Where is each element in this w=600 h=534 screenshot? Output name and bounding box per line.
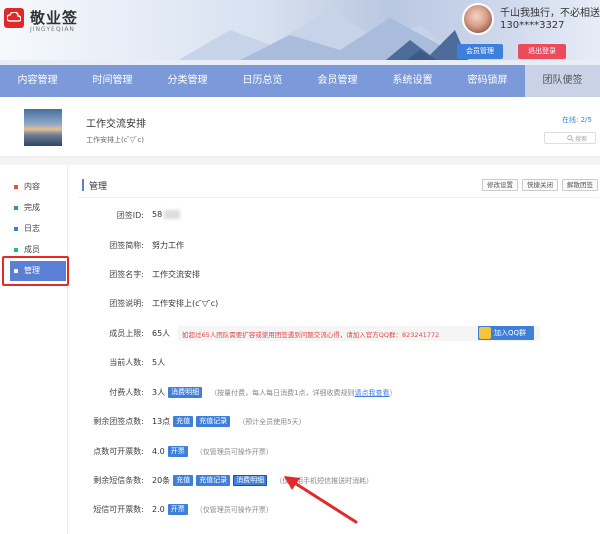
consumption-detail-button[interactable]: 消费明细 xyxy=(168,387,203,398)
row-label: 剩余短信条数: xyxy=(93,476,144,485)
row-label: 付费人数: xyxy=(109,388,144,397)
sms-consumption-detail-button[interactable]: 消费明细 xyxy=(233,475,268,486)
logo-text: 敬业签 xyxy=(30,9,79,27)
row-note: （仅管理员可操作开票） xyxy=(195,448,273,456)
recharge-points-button[interactable]: 充值 xyxy=(173,416,194,427)
row-value: 3人 消费明细 （按量付费，每人每日消费1点，详细收费规则请点我查看） xyxy=(152,387,397,398)
rules-link[interactable]: 请点我查看 xyxy=(355,389,390,397)
row-short-name: 团签简称: 努力工作 xyxy=(70,240,600,254)
search-input[interactable]: 搜索 xyxy=(544,132,596,144)
row-points-invoice: 点数可开票数: 4.0 开票 （仅管理员可操作开票） xyxy=(70,446,600,460)
row-label: 成员上限: xyxy=(109,329,144,338)
row-current-count: 当前人数: 5人 xyxy=(70,357,600,371)
sidebar-item-done[interactable]: 完成 xyxy=(10,198,66,218)
sidebar-item-log[interactable]: 日志 xyxy=(10,219,66,239)
row-note: （按量付费，每人每日消费1点，详细收费规则请点我查看） xyxy=(210,389,397,397)
invoice-points-button[interactable]: 开票 xyxy=(167,446,188,457)
row-group-desc: 团签说明: 工作安排上(c ̄▽ ̄c) xyxy=(70,298,600,312)
nav-item-category[interactable]: 分类管理 xyxy=(150,65,225,97)
quick-close-button[interactable]: 快捷关闭 xyxy=(522,179,558,191)
sidebar: 内容 完成 日志 成员 管理 xyxy=(0,165,69,534)
dissolve-group-button[interactable]: 解散团签 xyxy=(562,179,598,191)
group-name: 工作交流安排 xyxy=(86,119,146,130)
sidebar-dot-icon xyxy=(14,226,18,231)
row-remaining-points: 剩余团签点数: 13点 充值 充值记录 （预计全员使用5天） xyxy=(70,416,600,430)
group-thumbnail[interactable] xyxy=(24,109,62,146)
annotation-highlight-box xyxy=(2,256,69,286)
recharge-sms-button[interactable]: 充值 xyxy=(173,475,194,486)
nav-item-team[interactable]: 团队便签 xyxy=(525,65,600,97)
row-value: 65人 xyxy=(152,329,171,338)
user-phone: 130****3327 xyxy=(500,20,565,31)
member-manage-button[interactable]: 会员管理 xyxy=(457,44,503,59)
redacted-blur xyxy=(164,210,181,219)
row-label: 当前人数: xyxy=(109,358,144,367)
row-label: 团签名字: xyxy=(109,270,144,279)
sidebar-dot-icon xyxy=(14,247,18,252)
logo-icon[interactable] xyxy=(4,8,24,28)
sidebar-item-content[interactable]: 内容 xyxy=(10,177,66,197)
nav-item-lock[interactable]: 密码锁屏 xyxy=(450,65,525,97)
join-qq-group-button[interactable]: 加入QQ群 xyxy=(478,326,534,340)
user-motto: 千山我独行，不必相送 xyxy=(500,8,600,19)
row-value: 58 xyxy=(152,210,181,219)
row-value: 工作交流安排 xyxy=(152,270,200,279)
nav-item-member[interactable]: 会员管理 xyxy=(300,65,375,97)
row-label: 短信可开票数: xyxy=(93,505,144,514)
row-value: 13点 充值 充值记录 （预计全员使用5天） xyxy=(152,416,306,427)
sidebar-item-label: 成员 xyxy=(24,245,40,254)
row-paid-count: 付费人数: 3人 消费明细 （按量付费，每人每日消费1点，详细收费规则请点我查看） xyxy=(70,387,600,401)
row-note: （仅管理员可操作开票） xyxy=(195,506,273,514)
main-nav: 内容管理 时间管理 分类管理 日历总览 会员管理 系统设置 密码锁屏 团队便签 xyxy=(0,65,600,97)
qq-icon xyxy=(479,327,491,339)
edit-settings-button[interactable]: 修改设置 xyxy=(482,179,518,191)
sidebar-item-label: 完成 xyxy=(24,203,40,212)
logout-button[interactable]: 退出登录 xyxy=(518,44,566,59)
recharge-history-button[interactable]: 充值记录 xyxy=(196,416,231,427)
divider xyxy=(78,197,598,198)
app-header: 敬业签 JINGYEQIAN 千山我独行，不必相送 130****3327 会员… xyxy=(0,0,600,65)
row-label: 团签简称: xyxy=(109,241,144,250)
row-value: 工作安排上(c ̄▽ ̄c) xyxy=(152,299,219,308)
sidebar-dot-icon xyxy=(14,205,18,210)
search-placeholder: 搜索 xyxy=(575,136,588,143)
section-title: 管理 xyxy=(89,182,108,192)
row-group-name: 团签名字: 工作交流安排 xyxy=(70,269,600,283)
row-value: 5人 xyxy=(152,358,166,367)
row-label: 团签ID: xyxy=(116,211,144,220)
row-label: 剩余团签点数: xyxy=(93,417,144,426)
nav-item-content[interactable]: 内容管理 xyxy=(0,65,75,97)
qq-button-label: 加入QQ群 xyxy=(494,329,527,337)
section-accent-bar xyxy=(82,179,84,191)
logo-subtitle: JINGYEQIAN xyxy=(30,26,75,33)
nav-item-calendar[interactable]: 日历总览 xyxy=(225,65,300,97)
nav-item-time[interactable]: 时间管理 xyxy=(75,65,150,97)
search-icon xyxy=(567,135,574,142)
invoice-sms-button[interactable]: 开票 xyxy=(167,504,188,515)
row-group-id: 团签ID: 58 xyxy=(70,210,600,224)
warning-text: 如超过65人团队需要扩容或使用团签遇到问题交流心得，请加入官方QQ群：82324… xyxy=(182,331,440,339)
row-member-limit: 成员上限: 65人 如超过65人团队需要扩容或使用团签遇到问题交流心得，请加入官… xyxy=(70,326,600,342)
group-description: 工作安排上(c ̄▽ ̄c) xyxy=(86,136,144,144)
group-info-bar: 工作交流安排 工作安排上(c ̄▽ ̄c) 在线: 2/5 搜索 xyxy=(0,97,600,157)
online-count: 在线: 2/5 xyxy=(562,116,592,124)
sms-recharge-history-button[interactable]: 充值记录 xyxy=(196,475,231,486)
row-label: 点数可开票数: xyxy=(93,447,144,456)
sidebar-dot-icon xyxy=(14,184,18,189)
row-value: 4.0 开票 （仅管理员可操作开票） xyxy=(152,446,273,457)
row-value: 2.0 开票 （仅管理员可操作开票） xyxy=(152,504,273,515)
sidebar-item-label: 内容 xyxy=(24,182,40,191)
row-label: 团签说明: xyxy=(109,299,144,308)
nav-item-settings[interactable]: 系统设置 xyxy=(375,65,450,97)
row-value: 努力工作 xyxy=(152,241,184,250)
annotation-arrow-icon xyxy=(284,476,358,524)
sidebar-item-label: 日志 xyxy=(24,224,40,233)
avatar[interactable] xyxy=(462,3,494,35)
section-gap xyxy=(0,157,600,165)
row-note: （预计全员使用5天） xyxy=(238,418,306,426)
